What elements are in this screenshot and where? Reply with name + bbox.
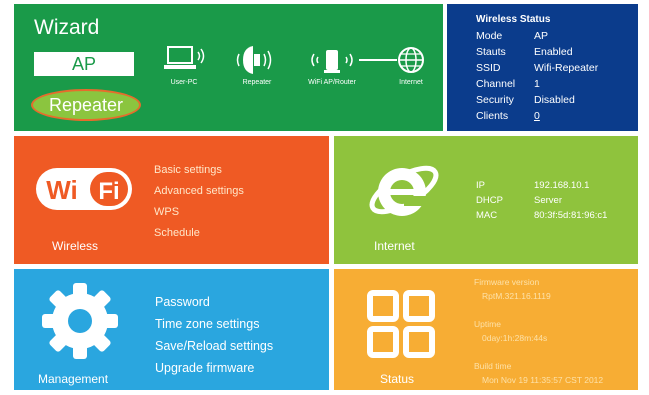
status-row-mode: Mode AP (476, 30, 548, 42)
status-value: 1 (534, 78, 540, 90)
wireless-status-panel: Wireless Status Mode AP Stauts Enabled SSI… (447, 4, 638, 131)
status-row-security: Security Disabled (476, 94, 575, 106)
menu-upgrade-firmware[interactable]: Upgrade firmware (155, 361, 254, 375)
status-value: Enabled (534, 46, 573, 58)
build-time-value: Mon Nov 19 11:35:57 CST 2012 (482, 375, 604, 385)
status-row-ssid: SSID Wifi-Repeater (476, 62, 598, 74)
svg-text:Wi: Wi (46, 175, 78, 205)
status-value: Disabled (534, 94, 575, 106)
status-key: Channel (476, 78, 516, 90)
status-key: Clients (476, 110, 509, 122)
status-row-clients: Clients 0 (476, 110, 540, 122)
wireless-status-title: Wireless Status (476, 14, 551, 25)
status-key: Security (476, 94, 514, 106)
status-key: SSID (476, 62, 501, 74)
gear-icon (40, 281, 120, 361)
wizard-panel: Wizard AP Repeater User-PC Repeater WiFi… (14, 4, 443, 131)
management-tile[interactable]: Management Password Time zone settings S… (14, 269, 329, 390)
wifi-logo-icon: Wi Fi (36, 166, 132, 212)
menu-schedule[interactable]: Schedule (154, 227, 200, 239)
info-key: MAC (476, 210, 498, 221)
info-row-ip: IP 192.168.10.1 (476, 180, 589, 191)
uptime-value: 0day:1h:28m:44s (482, 333, 548, 343)
menu-wps[interactable]: WPS (154, 206, 179, 218)
menu-advanced-settings[interactable]: Advanced settings (154, 185, 244, 197)
info-row-dhcp: DHCP Server (476, 195, 562, 206)
management-caption: Management (38, 372, 109, 386)
status-row-status: Stauts Enabled (476, 46, 573, 58)
status-logo-icon (366, 289, 436, 359)
wireless-tile[interactable]: Wi Fi Wireless Basic settings Advanced s… (14, 136, 329, 264)
status-key: Mode (476, 30, 503, 42)
internet-caption: Internet (374, 239, 415, 253)
status-value: AP (534, 30, 549, 42)
menu-password[interactable]: Password (155, 295, 210, 309)
connection-line (359, 59, 397, 61)
status-caption: Status (380, 372, 415, 386)
menu-save-reload-settings[interactable]: Save/Reload settings (155, 339, 273, 353)
status-row-channel: Channel 1 (476, 78, 540, 90)
firmware-value: RptM.321.16.1119 (482, 291, 551, 301)
wireless-caption: Wireless (52, 239, 99, 253)
info-key: IP (476, 180, 485, 191)
info-value: Server (534, 195, 562, 206)
firmware-label: Firmware version (474, 277, 540, 287)
clients-count-link[interactable]: 0 (534, 110, 540, 122)
build-time-label: Build time (474, 361, 512, 371)
internet-tile[interactable]: Internet IP 192.168.10.1 DHCP Server MAC 80… (334, 136, 638, 264)
status-key: Stauts (476, 46, 506, 58)
internet-explorer-icon (364, 148, 444, 228)
svg-text:Fi: Fi (98, 178, 119, 205)
menu-basic-settings[interactable]: Basic settings (154, 164, 222, 176)
status-value: Wifi-Repeater (534, 62, 599, 74)
info-value: 80:3f:5d:81:96:c1 (534, 210, 608, 221)
info-key: DHCP (476, 195, 503, 206)
info-value: 192.168.10.1 (534, 180, 590, 191)
uptime-label: Uptime (474, 319, 501, 329)
info-row-mac: MAC 80:3f:5d:81:96:c1 (476, 210, 607, 221)
status-tile[interactable]: Status Firmware version RptM.321.16.1119… (334, 269, 638, 390)
menu-time-zone-settings[interactable]: Time zone settings (155, 317, 259, 331)
